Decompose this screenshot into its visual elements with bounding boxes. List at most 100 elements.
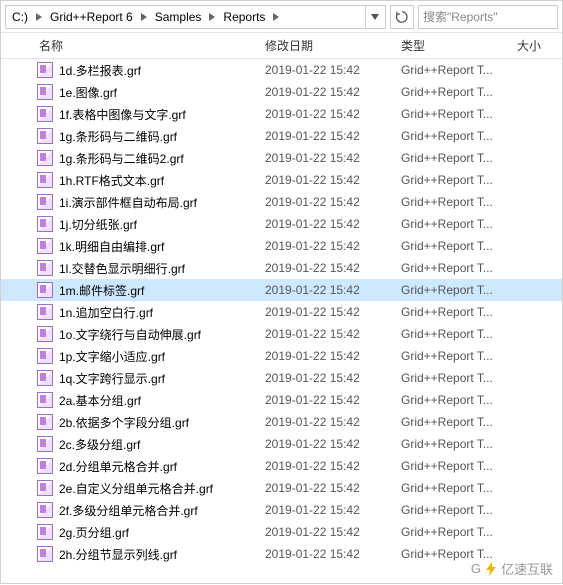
file-name-label: 2d.分组单元格合并.grf (59, 458, 177, 475)
file-row[interactable]: 1o.文字绕行与自动伸展.grf 2019-01-22 15:42Grid++Re… (1, 323, 562, 345)
search-input-container[interactable] (418, 5, 558, 29)
file-name-cell[interactable]: 1e.图像.grf (1, 84, 265, 101)
refresh-button[interactable] (390, 5, 414, 29)
file-name-cell[interactable]: 1g.条形码与二维码.grf (1, 128, 265, 145)
file-name-cell[interactable]: 2b.依据多个字段分组.grf (1, 414, 265, 431)
file-type-cell: Grid++Report T... (401, 349, 517, 363)
file-type-cell: Grid++Report T... (401, 283, 517, 297)
file-name-label: 2b.依据多个字段分组.grf (59, 414, 189, 431)
file-name-cell[interactable]: 1p.文字缩小适应.grf (1, 348, 265, 365)
file-name-cell[interactable]: 1j.切分纸张.grf (1, 216, 265, 233)
file-date-cell: 2019-01-22 15:42 (265, 107, 401, 121)
file-date-cell: 2019-01-22 15:42 (265, 393, 401, 407)
chevron-right-icon[interactable] (269, 6, 283, 28)
chevron-right-icon[interactable] (205, 6, 219, 28)
history-dropdown-button[interactable] (365, 5, 383, 29)
file-row[interactable]: 2b.依据多个字段分组.grf 2019-01-22 15:42Grid++Rep… (1, 411, 562, 433)
file-name-cell[interactable]: 1d.多栏报表.grf (1, 62, 265, 79)
breadcrumb[interactable]: C:) Grid++Report 6 Samples Reports (5, 5, 386, 29)
file-date-cell: 2019-01-22 15:42 (265, 547, 401, 561)
file-name-label: 2g.页分组.grf (59, 524, 129, 541)
file-name-cell[interactable]: 1l.交替色显示明细行.grf (1, 260, 265, 277)
column-header-name[interactable]: 名称 (1, 33, 265, 58)
grf-file-icon (37, 392, 53, 408)
file-row[interactable]: 1l.交替色显示明细行.grf2019-01-22 15:42Grid++Rep… (1, 257, 562, 279)
file-row[interactable]: 1h.RTF格式文本.grf2019-01-22 15:42Grid++Repo… (1, 169, 562, 191)
file-name-cell[interactable]: 1i.演示部件框自动布局.grf (1, 194, 265, 211)
file-row[interactable]: 2g.页分组.grf2019-01-22 15:42Grid++Report T… (1, 521, 562, 543)
file-name-cell[interactable]: 1m.邮件标签.grf (1, 282, 265, 299)
column-header-type[interactable]: 类型 (401, 33, 517, 58)
file-date-cell: 2019-01-22 15:42 (265, 415, 401, 429)
breadcrumb-segment-2[interactable]: Samples (151, 6, 206, 28)
file-row[interactable]: 2e.自定义分组单元格合并.grf2019-01-22 15:42Grid++R… (1, 477, 562, 499)
search-input[interactable] (423, 10, 553, 24)
file-row[interactable]: 2c.多级分组.grf2019-01-22 15:42Grid++Report … (1, 433, 562, 455)
file-date-cell: 2019-01-22 15:42 (265, 129, 401, 143)
file-name-cell[interactable]: 2c.多级分组.grf (1, 436, 265, 453)
file-type-cell: Grid++Report T... (401, 239, 517, 253)
file-name-label: 1f.表格中图像与文字.grf (59, 106, 186, 123)
file-name-cell[interactable]: 1f.表格中图像与文字.grf (1, 106, 265, 123)
file-date-cell: 2019-01-22 15:42 (265, 349, 401, 363)
breadcrumb-segment-1[interactable]: Grid++Report 6 (46, 6, 137, 28)
file-type-cell: Grid++Report T... (401, 327, 517, 341)
file-type-cell: Grid++Report T... (401, 547, 517, 561)
file-row[interactable]: 2a.基本分组.grf2019-01-22 15:42Grid++Report … (1, 389, 562, 411)
breadcrumb-segment-drive[interactable]: C:) (8, 6, 32, 28)
file-row[interactable]: 2f.多级分组单元格合并.grf2019-01-22 15:42Grid++Re… (1, 499, 562, 521)
file-name-label: 1p.文字缩小适应.grf (59, 348, 165, 365)
file-row[interactable]: 1q.文字跨行显示.grf2019-01-22 15:42Grid++Repor… (1, 367, 562, 389)
file-type-cell: Grid++Report T... (401, 459, 517, 473)
breadcrumb-segment-3[interactable]: Reports (219, 6, 269, 28)
file-row[interactable]: 1j.切分纸张.grf2019-01-22 15:42Grid++Report … (1, 213, 562, 235)
file-name-cell[interactable]: 1h.RTF格式文本.grf (1, 172, 265, 189)
file-type-cell: Grid++Report T... (401, 151, 517, 165)
grf-file-icon (37, 238, 53, 254)
grf-file-icon (37, 260, 53, 276)
file-name-cell[interactable]: 2f.多级分组单元格合并.grf (1, 502, 265, 519)
file-type-cell: Grid++Report T... (401, 371, 517, 385)
column-header-date[interactable]: 修改日期 (265, 33, 401, 58)
file-row[interactable]: 2d.分组单元格合并.grf2019-01-22 15:42Grid++Repo… (1, 455, 562, 477)
file-row[interactable]: 1g.条形码与二维码2.grf2019-01-22 15:42Grid++Rep… (1, 147, 562, 169)
grf-file-icon (37, 106, 53, 122)
grf-file-icon (37, 62, 53, 78)
file-name-cell[interactable]: 1k.明细自由编排.grf (1, 238, 265, 255)
file-name-cell[interactable]: 2d.分组单元格合并.grf (1, 458, 265, 475)
file-row[interactable]: 1m.邮件标签.grf2019-01-22 15:42Grid++Report … (1, 279, 562, 301)
file-row[interactable]: 1e.图像.grf2019-01-22 15:42Grid++Report T.… (1, 81, 562, 103)
file-name-cell[interactable]: 1o.文字绕行与自动伸展.grf (1, 326, 265, 343)
file-name-cell[interactable]: 2e.自定义分组单元格合并.grf (1, 480, 265, 497)
file-name-label: 1i.演示部件框自动布局.grf (59, 194, 197, 211)
file-name-cell[interactable]: 1g.条形码与二维码2.grf (1, 150, 265, 167)
chevron-right-icon[interactable] (137, 6, 151, 28)
file-date-cell: 2019-01-22 15:42 (265, 327, 401, 341)
grf-file-icon (37, 524, 53, 540)
file-row[interactable]: 1k.明细自由编排.grf2019-01-22 15:42Grid++Repor… (1, 235, 562, 257)
file-name-label: 1l.交替色显示明细行.grf (59, 260, 185, 277)
file-row[interactable]: 1n.追加空白行.grf2019-01-22 15:42Grid++Report… (1, 301, 562, 323)
column-header-size[interactable]: 大小 (517, 33, 561, 58)
file-name-cell[interactable]: 1n.追加空白行.grf (1, 304, 265, 321)
file-name-cell[interactable]: 2g.页分组.grf (1, 524, 265, 541)
file-row[interactable]: 1p.文字缩小适应.grf 2019-01-22 15:42Grid++Repor… (1, 345, 562, 367)
file-row[interactable]: 1d.多栏报表.grf2019-01-22 15:42Grid++Report … (1, 59, 562, 81)
file-name-label: 1o.文字绕行与自动伸展.grf (59, 326, 201, 343)
grf-file-icon (37, 414, 53, 430)
file-row[interactable]: 2h.分组节显示列线.grf 2019-01-22 15:42Grid++Repo… (1, 543, 562, 565)
file-row[interactable]: 1i.演示部件框自动布局.grf2019-01-22 15:42Grid++Re… (1, 191, 562, 213)
file-list[interactable]: 1d.多栏报表.grf2019-01-22 15:42Grid++Report … (1, 59, 562, 585)
grf-file-icon (37, 282, 53, 298)
file-name-cell[interactable]: 2h.分组节显示列线.grf (1, 546, 265, 563)
file-name-label: 1q.文字跨行显示.grf (59, 370, 165, 387)
chevron-right-icon[interactable] (32, 6, 46, 28)
file-name-cell[interactable]: 1q.文字跨行显示.grf (1, 370, 265, 387)
file-name-label: 2h.分组节显示列线.grf (59, 546, 177, 563)
file-date-cell: 2019-01-22 15:42 (265, 305, 401, 319)
file-name-label: 2c.多级分组.grf (59, 436, 140, 453)
file-name-cell[interactable]: 2a.基本分组.grf (1, 392, 265, 409)
file-row[interactable]: 1f.表格中图像与文字.grf2019-01-22 15:42Grid++Rep… (1, 103, 562, 125)
file-row[interactable]: 1g.条形码与二维码.grf2019-01-22 15:42Grid++Repo… (1, 125, 562, 147)
file-type-cell: Grid++Report T... (401, 415, 517, 429)
